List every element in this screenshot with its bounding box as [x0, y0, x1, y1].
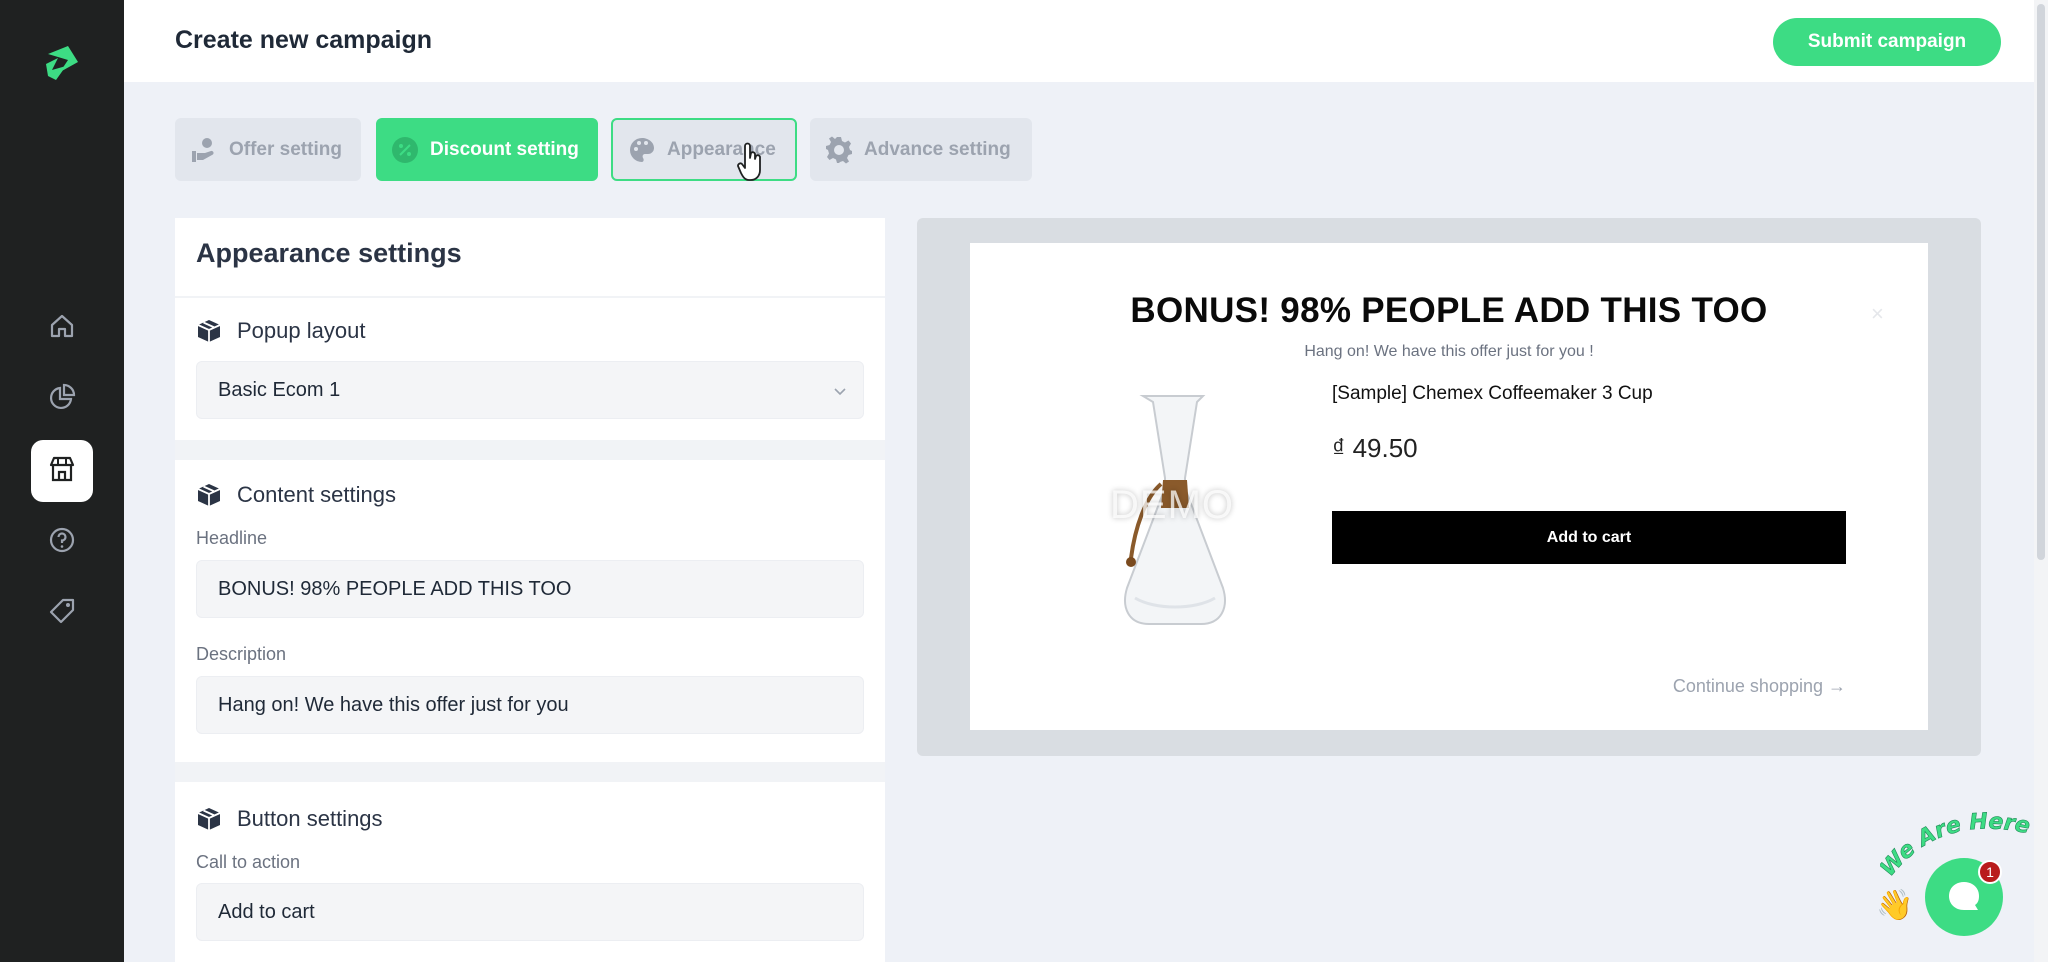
button-settings-section-title: Button settings	[196, 806, 383, 832]
product-name: [Sample] Chemex Coffeemaker 3 Cup	[1332, 383, 1653, 404]
palette-icon	[627, 135, 657, 165]
continue-shopping-link[interactable]: Continue shopping →	[1652, 676, 1846, 697]
help-icon	[47, 525, 77, 560]
popup-layout-select[interactable]: Basic Ecom 1	[196, 361, 864, 419]
description-input[interactable]: Hang on! We have this offer just for you	[196, 676, 864, 734]
demo-watermark: DEMO	[1110, 483, 1234, 527]
description-label: Description	[196, 644, 287, 664]
close-icon[interactable]: ×	[1871, 301, 1884, 327]
chat-icon	[1949, 882, 1979, 910]
popup-preview-area: BONUS! 98% PEOPLE ADD THIS TOO × Hang on…	[917, 218, 1981, 756]
section-gap	[175, 440, 885, 460]
sidebar-item-analytics[interactable]	[31, 368, 93, 430]
popup-headline: BONUS! 98% PEOPLE ADD THIS TOO	[1130, 291, 1768, 330]
section-title-text: Button settings	[237, 806, 383, 831]
add-to-cart-button[interactable]: Add to cart	[1332, 511, 1846, 564]
tab-label: Offer setting	[229, 138, 342, 160]
section-gap	[175, 762, 885, 782]
select-value: Basic Ecom 1	[218, 378, 341, 401]
offer-icon	[189, 135, 219, 165]
analytics-icon	[47, 382, 77, 417]
page-title: Create new campaign	[175, 26, 433, 54]
divider	[175, 296, 885, 298]
cta-input[interactable]: Add to cart	[196, 883, 864, 941]
box-icon	[197, 320, 221, 342]
popup-preview: BONUS! 98% PEOPLE ADD THIS TOO × Hang on…	[970, 243, 1928, 730]
tab-advance-setting[interactable]: Advance setting	[810, 118, 1032, 181]
chevron-down-icon	[834, 388, 846, 396]
box-icon	[197, 808, 221, 830]
section-title-text: Content settings	[237, 482, 396, 507]
tab-offer-setting[interactable]: Offer setting	[175, 118, 361, 181]
tab-label: Advance setting	[864, 138, 1011, 160]
scrollbar-thumb[interactable]	[2037, 4, 2045, 560]
store-icon	[47, 454, 77, 489]
top-bar: Create new campaign Submit campaign	[124, 0, 2034, 82]
submit-campaign-button[interactable]: Submit campaign	[1773, 18, 2001, 66]
product-price: ₫ 49.50	[1332, 433, 1418, 463]
headline-input[interactable]: BONUS! 98% PEOPLE ADD THIS TOO	[196, 560, 864, 618]
content-settings-section-title: Content settings	[196, 482, 396, 508]
sidebar-item-tags[interactable]	[31, 582, 93, 644]
box-icon	[197, 484, 221, 506]
gear-icon	[824, 135, 854, 165]
tag-icon	[47, 596, 77, 631]
home-icon	[47, 311, 77, 346]
chat-unread-badge: 1	[1978, 860, 2002, 884]
discount-icon	[390, 135, 420, 165]
popup-description: Hang on! We have this offer just for you…	[1304, 343, 1594, 360]
sidebar	[0, 0, 124, 962]
app-logo[interactable]	[38, 40, 86, 88]
section-title-text: Popup layout	[237, 318, 366, 343]
sidebar-item-help[interactable]	[31, 511, 93, 573]
waving-hand-icon: 👋	[1876, 889, 1914, 922]
hand-cursor-icon	[737, 142, 761, 181]
tab-discount-setting[interactable]: Discount setting	[376, 118, 598, 181]
sidebar-item-home[interactable]	[31, 297, 93, 359]
tab-label: Discount setting	[430, 138, 579, 160]
sidebar-item-store[interactable]	[31, 440, 93, 502]
headline-label: Headline	[196, 528, 268, 548]
appearance-settings-panel: Appearance settings Popup layout Basic E…	[175, 218, 885, 962]
tab-appearance[interactable]: Appearance	[611, 118, 797, 181]
panel-title: Appearance settings	[196, 238, 462, 268]
popup-layout-section-title: Popup layout	[196, 318, 365, 344]
cta-label: Call to action	[196, 852, 301, 872]
